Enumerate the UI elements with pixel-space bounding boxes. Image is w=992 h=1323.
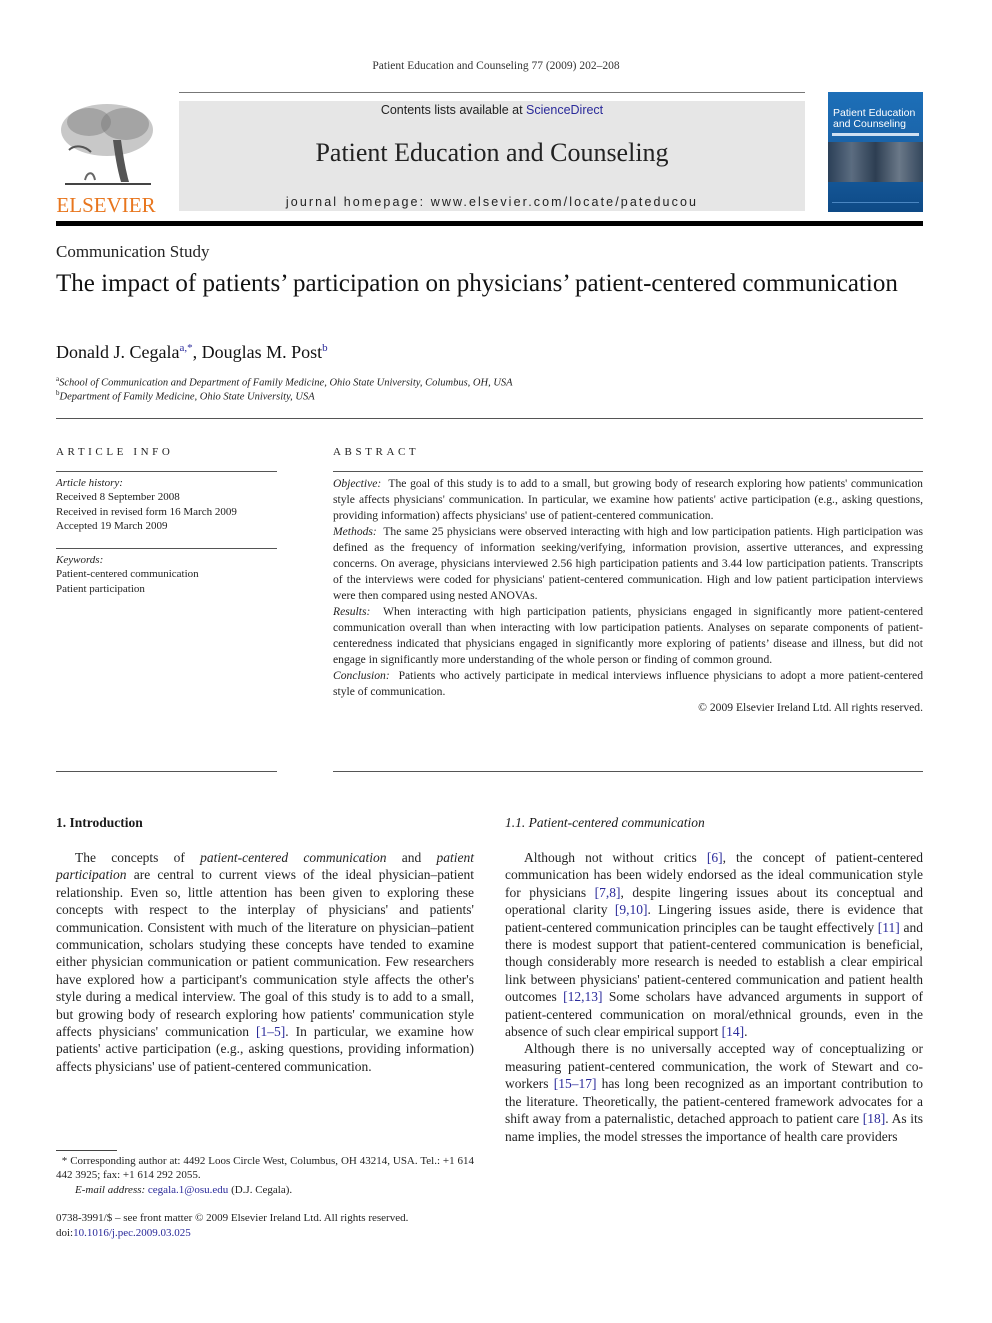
cover-subtitle-strip <box>832 133 919 136</box>
abstract-results: Results: When interacting with high part… <box>333 605 923 666</box>
journal-banner: Contents lists available at ScienceDirec… <box>179 101 805 211</box>
running-head: Patient Education and Counseling 77 (200… <box>372 60 620 72</box>
author-affiliation-link[interactable]: a,* <box>179 342 192 354</box>
divider <box>333 471 923 472</box>
history-item: Received 8 September 2008 <box>56 491 180 504</box>
citation-link[interactable]: [11] <box>878 920 900 935</box>
cover-footer <box>832 202 919 208</box>
article-info-heading: ARTICLE INFO <box>56 446 174 458</box>
article-type: Communication Study <box>56 242 210 261</box>
journal-homepage[interactable]: journal homepage: www.elsevier.com/locat… <box>179 195 805 209</box>
elsevier-tree-icon <box>61 104 153 185</box>
article-title: The impact of patients’ participation on… <box>56 270 898 297</box>
cover-photos <box>828 142 923 182</box>
elsevier-wordmark: ELSEVIER <box>56 193 156 217</box>
citation-link[interactable]: [9,10] <box>615 902 648 917</box>
sciencedirect-link[interactable]: ScienceDirect <box>526 103 603 117</box>
citation-link[interactable]: [12,13] <box>563 989 602 1004</box>
corresponding-author-footnote: * Corresponding author at: 4492 Loos Cir… <box>56 1155 475 1196</box>
abstract: Objective: The goal of this study is to … <box>333 476 923 716</box>
footnote-rule <box>56 1150 117 1151</box>
citation-link[interactable]: [1–5] <box>256 1024 285 1039</box>
contents-line: Contents lists available at ScienceDirec… <box>380 103 604 117</box>
abstract-heading: ABSTRACT <box>333 446 420 458</box>
citation-link[interactable]: [15–17] <box>554 1076 597 1091</box>
abstract-methods: Methods: The same 25 physicians were obs… <box>333 525 923 602</box>
keyword[interactable]: Patient participation <box>56 582 277 596</box>
journal-title: Patient Education and Counseling <box>315 138 669 167</box>
issn-line: 0738-3991/$ – see front matter © 2009 El… <box>56 1212 409 1224</box>
author-affiliation-link[interactable]: b <box>322 342 328 354</box>
author-name: Douglas M. Post <box>201 342 323 362</box>
divider <box>333 771 923 772</box>
citation-link[interactable]: [18] <box>863 1111 886 1126</box>
introduction-body: The concepts of patient-centered communi… <box>56 849 474 1075</box>
divider <box>56 471 277 472</box>
author-name: Donald J. Cegala <box>56 342 180 362</box>
divider <box>56 418 923 419</box>
cover-title: Patient Education and Counseling <box>833 107 916 130</box>
divider <box>56 771 277 772</box>
history-item: Accepted 19 March 2009 <box>56 519 168 532</box>
paragraph: Although not without critics [6], the co… <box>505 850 923 1040</box>
email-link[interactable]: cegala.1@osu.edu <box>148 1184 228 1196</box>
masthead-rule <box>56 221 923 226</box>
subsection-heading: 1.1. Patient-centered communication <box>505 815 705 830</box>
affiliation: aSchool of Communication and Department … <box>56 375 513 389</box>
section-heading-introduction: 1. Introduction <box>56 815 143 830</box>
header-rule <box>179 92 805 93</box>
keywords: Keywords: Patient-centered communication… <box>56 553 277 596</box>
citation-link[interactable]: [6] <box>707 850 723 865</box>
abstract-copyright: © 2009 Elsevier Ireland Ltd. All rights … <box>698 701 923 714</box>
divider <box>56 548 277 549</box>
journal-cover-image[interactable]: Patient Education and Counseling <box>828 92 923 212</box>
abstract-objective: Objective: The goal of this study is to … <box>333 477 923 522</box>
elsevier-logo[interactable]: ELSEVIER <box>55 100 157 217</box>
keyword[interactable]: Patient-centered communication <box>56 567 277 581</box>
front-matter: 0738-3991/$ – see front matter © 2009 El… <box>56 1211 486 1241</box>
article-history: Article history: Received 8 September 20… <box>56 476 277 533</box>
affiliation: bDepartment of Family Medicine, Ohio Sta… <box>56 389 315 403</box>
history-item: Received in revised form 16 March 2009 <box>56 505 237 518</box>
citation-link[interactable]: [14] <box>722 1024 745 1039</box>
doi-line: doi:10.1016/j.pec.2009.03.025 <box>56 1227 191 1239</box>
paragraph: Although there is no universally accepte… <box>505 1041 924 1144</box>
citation-link[interactable]: [7,8] <box>595 885 621 900</box>
paragraph: The concepts of patient-centered communi… <box>56 850 474 1074</box>
abstract-conclusion: Conclusion: Patients who actively partic… <box>333 669 923 698</box>
author-list: Donald J. Cegalaa,*, Douglas M. Postb <box>56 342 328 362</box>
doi-link[interactable]: 10.1016/j.pec.2009.03.025 <box>73 1227 191 1239</box>
subsection-body: Although not without critics [6], the co… <box>505 849 923 1145</box>
